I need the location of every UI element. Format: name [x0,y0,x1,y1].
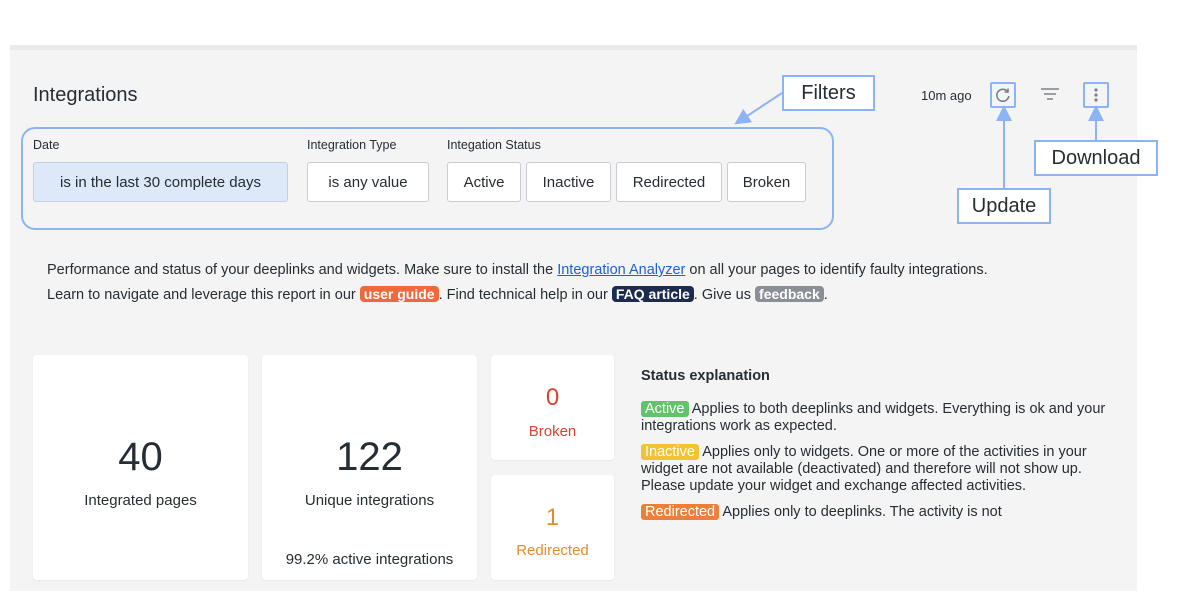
description-text: . Find technical help in our [438,287,612,303]
more-options-button[interactable] [1083,82,1109,108]
update-callout: Update [957,188,1051,224]
integration-type-filter[interactable]: is any value [307,162,429,202]
unique-integrations-value: 122 [336,435,403,479]
broken-card: 0 Broken [491,355,614,460]
status-inactive-button[interactable]: Inactive [526,162,611,202]
refresh-button[interactable] [990,82,1016,108]
status-explanation-title: Status explanation [641,368,770,384]
integrated-pages-card: 40 Integrated pages [33,355,248,580]
redirected-value: 1 [545,504,560,531]
status-redirected-button[interactable]: Redirected [616,162,722,202]
broken-label: Broken [528,423,577,440]
integrated-pages-value: 40 [118,435,163,479]
status-explanation: Status explanation Active Applies to bot… [641,368,1111,530]
unique-integrations-card: 122 Unique integrations 99.2% active int… [262,355,477,580]
redirected-explanation-text: Applies only to deeplinks. The activity … [719,504,1002,520]
inactive-explanation: Inactive Applies only to widgets. One or… [641,444,1111,495]
status-broken-button[interactable]: Broken [727,162,806,202]
refresh-icon [996,88,1010,103]
redirected-card: 1 Redirected [491,475,614,580]
description-text: Learn to navigate and leverage this repo… [47,287,360,303]
integration-status-label: Integation Status [447,138,541,152]
filter-lines-icon[interactable] [1041,88,1059,102]
date-filter[interactable]: is in the last 30 complete days [33,162,288,202]
active-explanation-text: Applies to both deeplinks and widgets. E… [641,401,1106,434]
description-text: . [823,287,828,303]
active-tag: Active [641,401,689,417]
panel-top-border [10,45,1137,50]
redirected-tag: Redirected [641,504,720,520]
vertical-dots-icon [1094,88,1098,102]
active-explanation: Active Applies to both deeplinks and wid… [641,401,1111,435]
report-description: Performance and status of your deeplinks… [47,258,1127,307]
page-title: Integrations [33,84,138,106]
integration-type-label: Integration Type [307,138,397,152]
status-active-button[interactable]: Active [447,162,521,202]
download-callout: Download [1034,140,1158,176]
inactive-tag: Inactive [641,444,699,460]
description-text: Performance and status of your deeplinks… [47,262,558,278]
description-text: . Give us [693,287,756,303]
unique-integrations-label: Unique integrations [304,492,435,509]
user-guide-link[interactable]: user guide [359,286,439,302]
description-text: on all your pages to identify faulty int… [685,262,988,278]
integration-analyzer-link[interactable]: Integration Analyzer [557,262,685,278]
filters-callout: Filters [782,75,875,111]
active-integrations-percent: 99.2% active integrations [285,551,454,568]
redirected-explanation: Redirected Applies only to deeplinks. Th… [641,504,1111,521]
last-updated-text: 10m ago [921,88,972,103]
inactive-explanation-text: Applies only to widgets. One or more of … [641,444,1087,494]
bottom-mask [0,591,1180,606]
integrated-pages-label: Integrated pages [84,492,197,509]
faq-article-link[interactable]: FAQ article [611,286,694,302]
date-filter-label: Date [33,138,60,152]
feedback-link[interactable]: feedback [755,286,824,302]
redirected-label: Redirected [516,542,589,559]
broken-value: 0 [545,384,560,411]
